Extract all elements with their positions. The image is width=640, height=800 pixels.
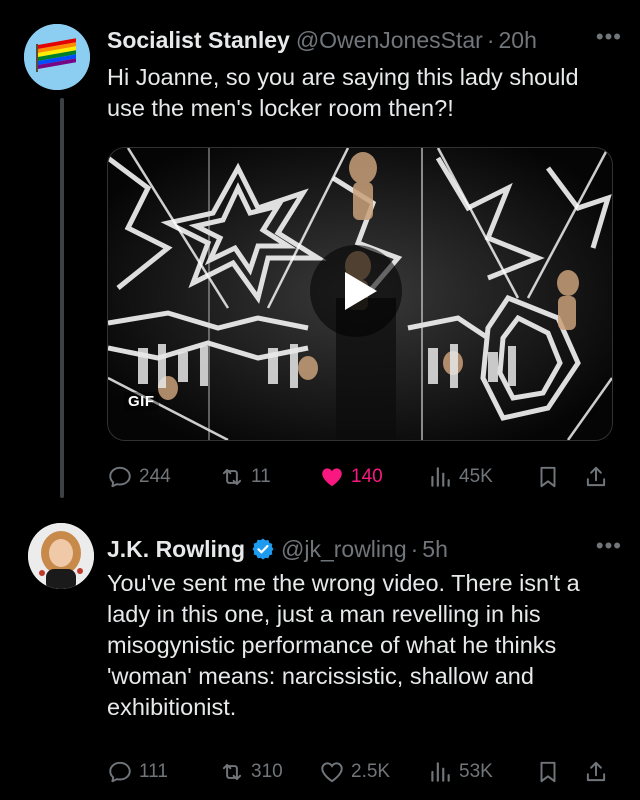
play-button-icon[interactable] <box>309 244 403 338</box>
reply-button[interactable]: 244 <box>107 461 171 493</box>
retweet-icon <box>222 468 242 486</box>
retweet-button[interactable]: 11 <box>219 461 271 493</box>
views-chart-icon <box>431 762 450 782</box>
tweet-timestamp[interactable]: 20h <box>498 27 536 54</box>
user-avatar-socialist-stanley[interactable] <box>24 24 90 90</box>
author-name[interactable]: Socialist Stanley <box>107 27 290 54</box>
reply-icon <box>109 761 131 783</box>
bookmark-icon <box>540 761 556 783</box>
bookmark-button[interactable] <box>535 756 567 788</box>
heart-filled-icon <box>322 468 342 487</box>
share-button[interactable] <box>583 461 615 493</box>
heart-outline-icon <box>321 762 343 783</box>
thread-connector-line <box>60 98 64 498</box>
share-icon <box>586 466 606 487</box>
tweet-2[interactable]: J.K. Rowling @jk_rowling · 5h ••• You've… <box>0 505 640 800</box>
reply-icon <box>109 466 131 488</box>
retweet-count: 310 <box>251 761 283 782</box>
separator-dot: · <box>410 535 419 562</box>
like-count: 2.5K <box>351 761 391 782</box>
verified-badge-icon <box>252 538 274 560</box>
reply-count: 244 <box>139 466 171 487</box>
retweet-count: 11 <box>251 466 271 487</box>
views-button[interactable]: 45K <box>427 461 493 493</box>
author-handle[interactable]: @OwenJonesStar <box>296 27 483 54</box>
separator-dot: · <box>486 26 495 53</box>
views-chart-icon <box>431 467 450 487</box>
like-button[interactable]: 140 <box>319 461 383 493</box>
tweet-timestamp[interactable]: 5h <box>422 536 448 563</box>
view-count: 45K <box>459 466 493 487</box>
tweet-actions: 244 11 140 45K <box>107 461 613 493</box>
tweet-text: Hi Joanne, so you are saying this lady s… <box>107 64 579 121</box>
retweet-icon <box>222 763 242 781</box>
reply-button[interactable]: 111 <box>107 756 168 788</box>
tweet-text: You've sent me the wrong video. There is… <box>107 570 580 720</box>
tweet-1[interactable]: Socialist Stanley @OwenJonesStar · 20h •… <box>0 0 640 505</box>
author-handle[interactable]: @jk_rowling <box>281 536 407 563</box>
reply-count: 111 <box>139 761 168 782</box>
like-button[interactable]: 2.5K <box>319 756 390 788</box>
bookmark-icon <box>540 466 556 488</box>
tweet-actions: 111 310 2.5K 53K <box>107 756 613 788</box>
author-name[interactable]: J.K. Rowling <box>107 536 245 563</box>
like-count: 140 <box>351 466 383 487</box>
retweet-button[interactable]: 310 <box>219 756 283 788</box>
more-options-icon[interactable]: ••• <box>596 533 622 559</box>
gif-badge: GIF <box>124 392 159 411</box>
tweet-header: Socialist Stanley @OwenJonesStar · 20h •… <box>107 24 622 56</box>
share-button[interactable] <box>583 756 615 788</box>
more-options-icon[interactable]: ••• <box>596 24 622 50</box>
bookmark-button[interactable] <box>535 461 567 493</box>
rainbow-flag-icon <box>24 24 90 90</box>
view-count: 53K <box>459 761 493 782</box>
user-avatar-jk-rowling[interactable] <box>28 523 94 589</box>
tweet-header: J.K. Rowling @jk_rowling · 5h ••• <box>107 533 622 565</box>
views-button[interactable]: 53K <box>427 756 493 788</box>
person-avatar-icon <box>28 523 94 589</box>
share-icon <box>586 761 606 782</box>
